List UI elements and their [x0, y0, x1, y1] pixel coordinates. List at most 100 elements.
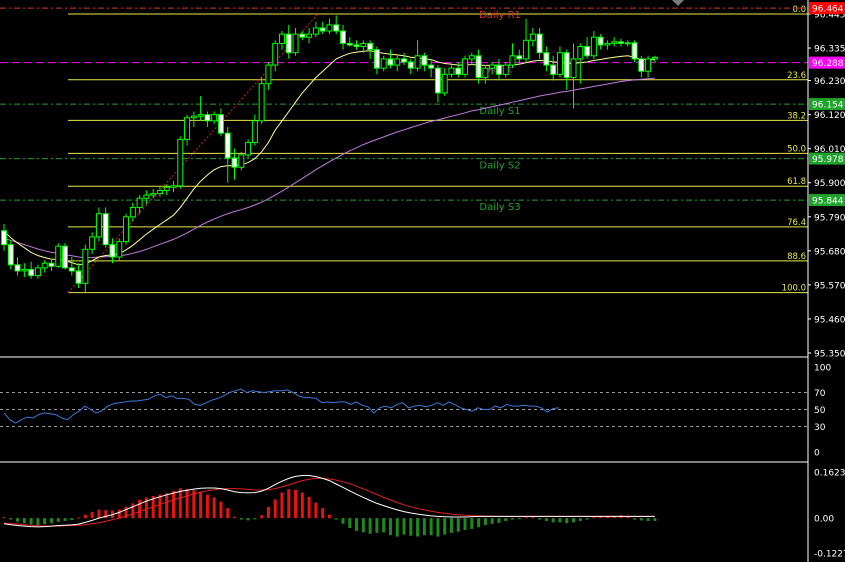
candle[interactable] — [353, 40, 360, 50]
candle[interactable] — [150, 188, 157, 199]
candle[interactable] — [414, 40, 421, 72]
candle[interactable] — [156, 185, 163, 197]
candle[interactable] — [468, 52, 475, 66]
candle[interactable] — [536, 27, 543, 59]
candle[interactable] — [407, 58, 414, 75]
candle[interactable] — [482, 65, 489, 84]
candle[interactable] — [238, 151, 245, 171]
candle[interactable] — [129, 202, 136, 222]
candle[interactable] — [509, 43, 516, 69]
candle[interactable] — [82, 244, 89, 293]
candle[interactable] — [462, 55, 469, 78]
candle[interactable] — [14, 257, 21, 276]
candle-body — [333, 24, 340, 32]
candle[interactable] — [68, 257, 75, 276]
candle[interactable] — [590, 31, 597, 59]
candle[interactable] — [245, 139, 252, 158]
candle[interactable] — [272, 40, 279, 72]
macd-panel[interactable]: 0.16236 0.00 -0.12277 — [2, 469, 845, 560]
candle[interactable] — [41, 260, 48, 273]
candle[interactable] — [597, 34, 604, 50]
candle[interactable] — [624, 40, 631, 47]
oscillator-tick-label: 30 — [814, 423, 826, 433]
candle[interactable] — [441, 68, 448, 97]
candle[interactable] — [265, 61, 272, 90]
candle[interactable] — [1, 223, 7, 251]
candle[interactable] — [177, 136, 184, 189]
candle[interactable] — [170, 181, 177, 193]
candle[interactable] — [373, 46, 380, 75]
candle[interactable] — [380, 55, 387, 72]
candle[interactable] — [89, 232, 96, 254]
candle[interactable] — [333, 15, 340, 35]
candle[interactable] — [346, 37, 353, 47]
candle[interactable] — [611, 37, 618, 47]
candle[interactable] — [651, 55, 658, 62]
candle[interactable] — [367, 40, 374, 59]
candle[interactable] — [224, 127, 231, 183]
candle[interactable] — [258, 77, 265, 124]
price-candles[interactable] — [1, 15, 658, 293]
candle[interactable] — [102, 207, 109, 248]
candle[interactable] — [251, 114, 258, 146]
candle[interactable] — [550, 55, 557, 81]
chart-shift-marker-icon[interactable] — [672, 0, 684, 6]
candle[interactable] — [563, 49, 570, 90]
candle-body — [34, 267, 41, 277]
candle[interactable] — [312, 21, 319, 38]
candle[interactable] — [278, 31, 285, 50]
candle[interactable] — [584, 37, 591, 59]
candle[interactable] — [428, 58, 435, 78]
candle[interactable] — [62, 243, 69, 270]
trading-chart-terminal[interactable]: 0.0 23.6 38.2 50.0 61.8 76.4 88.6 100.0 Daily R… — [0, 0, 845, 562]
candle[interactable] — [448, 65, 455, 78]
candle[interactable] — [143, 190, 150, 205]
candle[interactable] — [326, 18, 333, 35]
candle[interactable] — [190, 111, 197, 127]
candle[interactable] — [285, 24, 292, 59]
candle[interactable] — [34, 264, 41, 279]
candle[interactable] — [577, 43, 584, 84]
candle[interactable] — [638, 55, 645, 78]
candle[interactable] — [109, 238, 116, 264]
candle[interactable] — [306, 27, 313, 44]
candle[interactable] — [95, 207, 102, 242]
candle[interactable] — [299, 31, 306, 41]
candle[interactable] — [292, 27, 299, 56]
macd-bar — [253, 518, 257, 520]
candle[interactable] — [455, 61, 462, 78]
candle[interactable] — [421, 52, 428, 72]
candle[interactable] — [394, 55, 401, 72]
candle[interactable] — [7, 240, 14, 270]
candle[interactable] — [645, 55, 652, 78]
candle[interactable] — [387, 49, 394, 69]
candle[interactable] — [523, 18, 530, 62]
candle[interactable] — [617, 38, 624, 47]
candle-body — [21, 268, 28, 272]
candle[interactable] — [631, 40, 638, 62]
oscillator-panel[interactable]: 100 70 50 30 0 — [0, 364, 831, 459]
candle[interactable] — [475, 49, 482, 84]
candle[interactable] — [116, 238, 123, 261]
candle[interactable] — [28, 261, 35, 279]
candle[interactable] — [217, 108, 224, 137]
candle[interactable] — [55, 243, 62, 268]
candle[interactable] — [184, 114, 191, 146]
candle[interactable] — [319, 21, 326, 35]
candle[interactable] — [570, 43, 577, 109]
candle[interactable] — [604, 40, 611, 50]
candle[interactable] — [197, 96, 204, 121]
candle[interactable] — [211, 111, 218, 124]
candle[interactable] — [48, 258, 55, 271]
candle[interactable] — [204, 111, 211, 127]
candle[interactable] — [556, 46, 563, 78]
candle[interactable] — [401, 52, 408, 66]
candle[interactable] — [340, 24, 346, 50]
candle[interactable] — [543, 46, 550, 72]
candle[interactable] — [434, 65, 441, 103]
candle[interactable] — [529, 27, 536, 47]
price-panel[interactable]: 0.0 23.6 38.2 50.0 61.8 76.4 88.6 100.0 Daily R… — [0, 2, 845, 360]
candle[interactable] — [75, 263, 82, 288]
candle[interactable] — [123, 213, 130, 245]
candle[interactable] — [21, 263, 28, 278]
